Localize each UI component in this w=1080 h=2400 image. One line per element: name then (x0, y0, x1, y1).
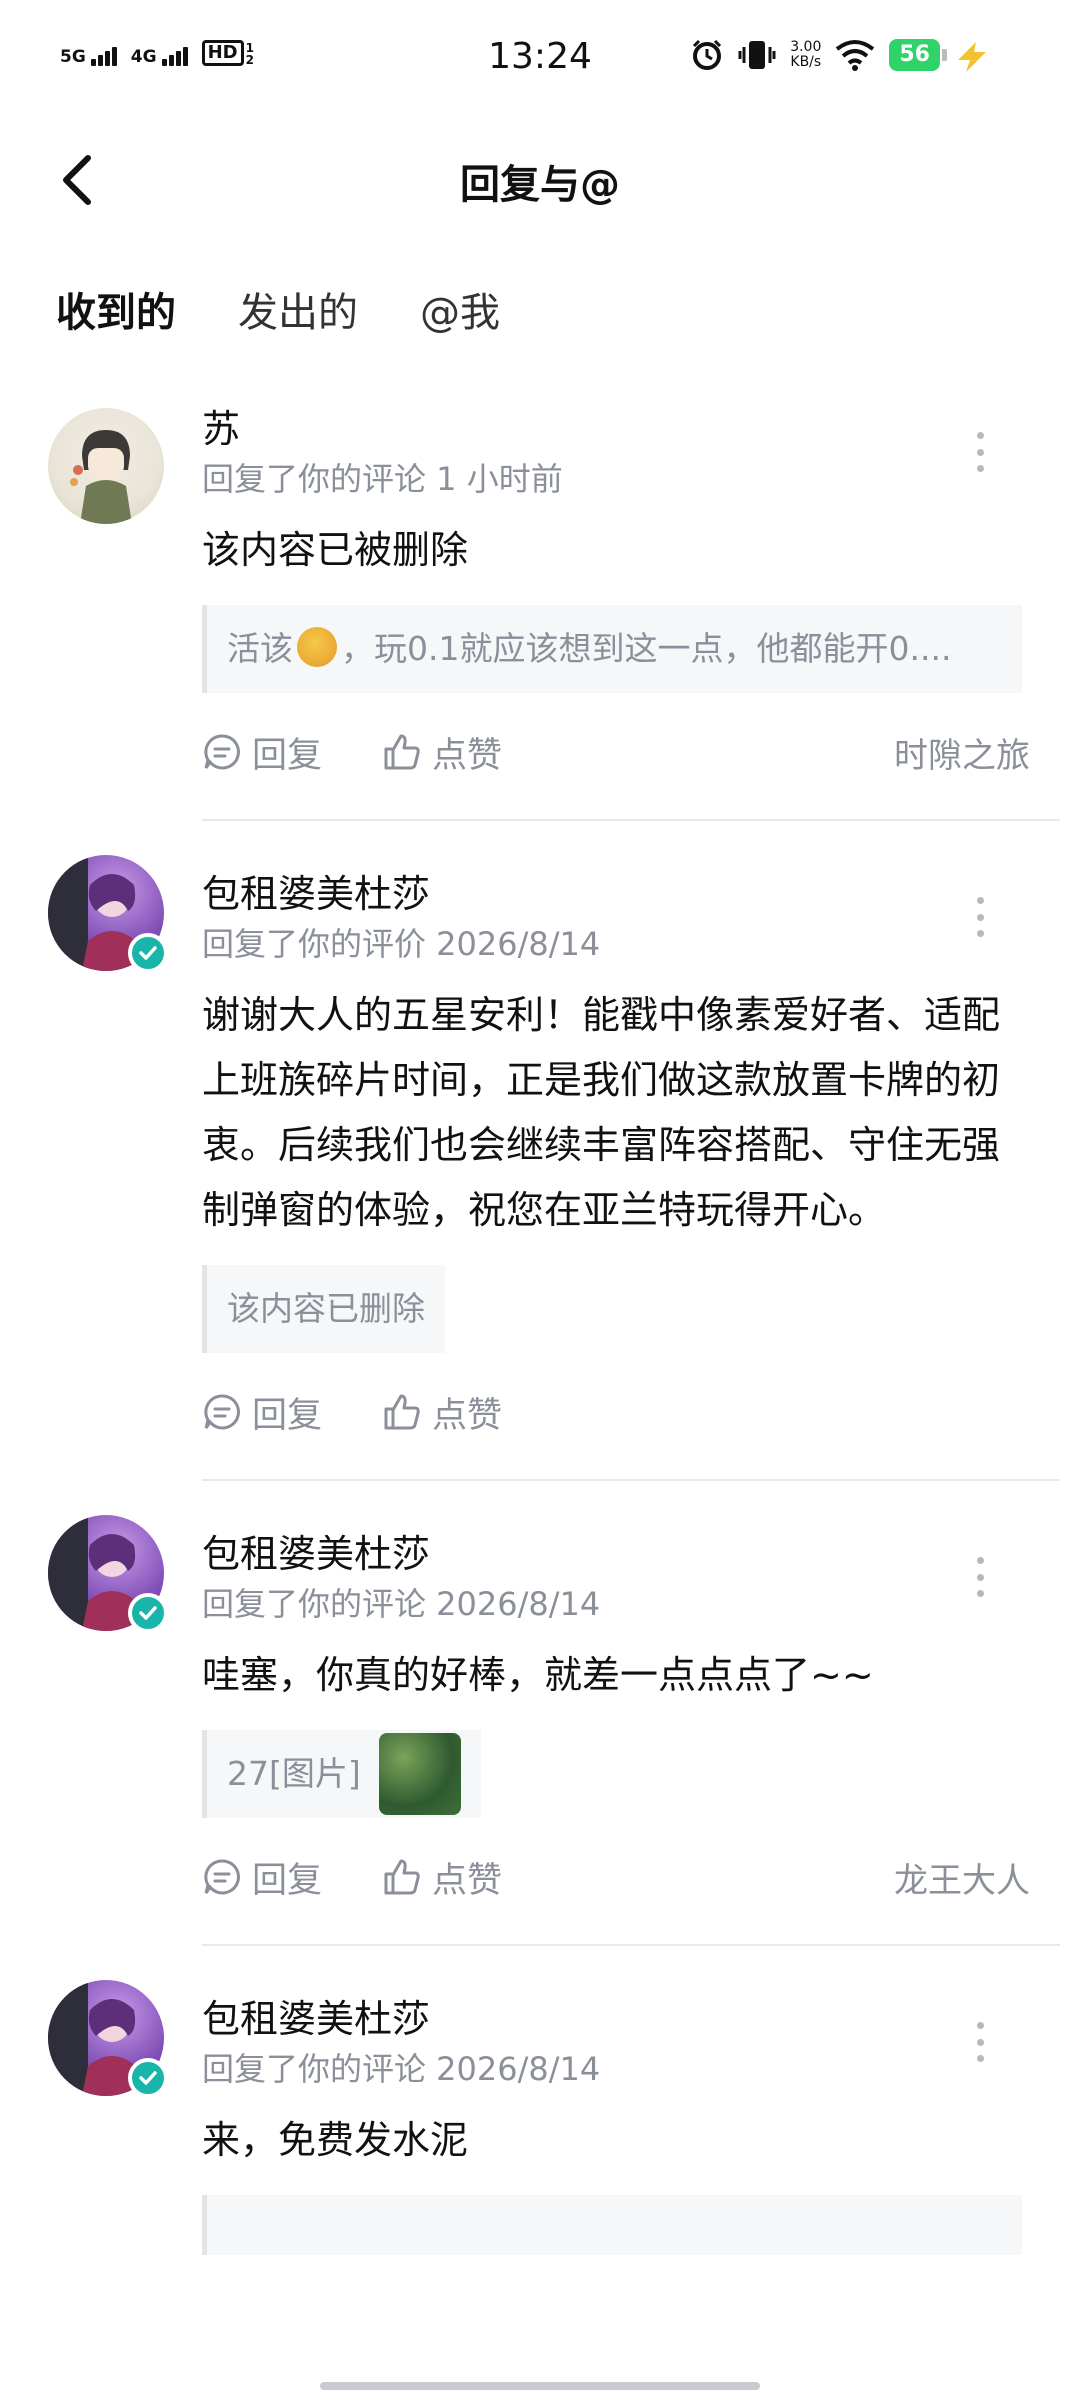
user-name[interactable]: 包租婆美杜莎 (202, 1515, 1080, 1577)
tab-bar: 收到的 发出的 @我 (56, 280, 500, 340)
net-speed: 3.00 KB/s (790, 40, 821, 70)
reply-meta: 回复了你的评论 2026/8/14 (202, 1585, 601, 1623)
status-bar: 5G 4G HD 1 2 13:24 3.00 KB/s 56 (0, 0, 1080, 120)
reply-label: 回复 (252, 1860, 323, 1901)
like-button[interactable]: 点赞 (382, 1852, 502, 1903)
divider (202, 1479, 1060, 1481)
reply-button[interactable]: 回复 (202, 727, 322, 778)
emoji-icon (297, 627, 337, 667)
reply-content[interactable]: 哇塞，你真的好棒，就差一点点点了~~ (202, 1643, 1080, 1708)
quoted-image-thumbnail[interactable] (378, 1733, 461, 1815)
tab-sent-label: 发出的 (238, 290, 358, 336)
list-item: 包租婆美杜莎 回复了你的评论 2026/8/14 来，免费发水泥 (0, 1980, 1080, 2259)
reply-meta: 回复了你的评论 1 小时前 (202, 460, 563, 498)
like-label: 点赞 (432, 1395, 503, 1436)
source-game-link[interactable]: 时隙之旅 (894, 728, 1030, 777)
user-name[interactable]: 包租婆美杜莎 (202, 1980, 1080, 2042)
verified-badge-icon (128, 1593, 168, 1633)
reply-label: 回复 (252, 735, 323, 776)
comment-icon (204, 734, 240, 770)
wifi-icon (836, 40, 875, 71)
quoted-text-start: 活该 (227, 629, 293, 668)
tab-mentions-label: @我 (420, 290, 500, 336)
reply-list: 苏 回复了你的评论 1 小时前 该内容已被删除 活该 ，玩0.1就应该想到这一点… (0, 390, 1080, 2259)
like-button[interactable]: 点赞 (382, 727, 502, 778)
more-options-button[interactable] (970, 432, 990, 472)
user-name[interactable]: 包租婆美杜莎 (202, 855, 1080, 917)
action-row: 回复 点赞 (202, 1387, 1080, 1437)
thumbs-up-icon (384, 734, 420, 770)
quoted-text: 27[图片] (227, 1754, 361, 1793)
reply-content[interactable]: 该内容已被删除 (202, 518, 1080, 583)
action-row: 回复 点赞 时隙之旅 (202, 727, 1080, 777)
quoted-text: 该内容已删除 (227, 1289, 425, 1328)
nav-header: 回复与@ (0, 130, 1080, 230)
list-item: 包租婆美杜莎 回复了你的评论 2026/8/14 哇塞，你真的好棒，就差一点点点… (0, 1515, 1080, 1946)
net-speed-unit: KB/s (790, 54, 822, 70)
quoted-comment[interactable]: 27[图片] (202, 1730, 481, 1818)
avatar[interactable] (48, 408, 164, 524)
tab-received[interactable]: 收到的 (56, 280, 176, 340)
reply-label: 回复 (252, 1395, 323, 1436)
avatar-illustration (70, 430, 132, 524)
quoted-text-end: ，玩0.1就应该想到这一点，他都能开0.... (341, 629, 952, 668)
page-title: 回复与@ (460, 162, 620, 208)
net-speed-value: 3.00 (790, 39, 822, 55)
like-label: 点赞 (432, 735, 503, 776)
like-label: 点赞 (432, 1860, 503, 1901)
vibrate-icon (738, 41, 776, 69)
more-options-button[interactable] (970, 1557, 990, 1597)
reply-content[interactable]: 谢谢大人的五星安利！能戳中像素爱好者、适配上班族碎片时间，正是我们做这款放置卡牌… (202, 983, 1080, 1243)
tab-mentions[interactable]: @我 (420, 280, 500, 338)
user-name[interactable]: 苏 (202, 390, 1080, 452)
verified-badge-icon (128, 2058, 168, 2098)
quoted-comment[interactable]: 该内容已删除 (202, 1265, 445, 1353)
verified-badge-icon (128, 933, 168, 973)
quoted-comment[interactable] (202, 2195, 1022, 2255)
alarm-icon (693, 39, 722, 70)
status-right: 3.00 KB/s 56 (690, 38, 947, 72)
divider (202, 819, 1060, 821)
reply-content[interactable]: 来，免费发水泥 (202, 2108, 1080, 2173)
reply-button[interactable]: 回复 (202, 1852, 322, 1903)
source-game-link[interactable]: 龙王大人 (894, 1853, 1030, 1902)
list-item: 苏 回复了你的评论 1 小时前 该内容已被删除 活该 ，玩0.1就应该想到这一点… (0, 390, 1080, 821)
charging-bolt-icon (958, 42, 986, 72)
tab-sent[interactable]: 发出的 (238, 280, 358, 338)
action-row: 回复 点赞 龙王大人 (202, 1852, 1080, 1902)
quoted-comment[interactable]: 活该 ，玩0.1就应该想到这一点，他都能开0.... (202, 605, 1022, 693)
more-options-button[interactable] (970, 897, 990, 937)
thumbs-up-icon (384, 1859, 420, 1895)
reply-meta: 回复了你的评论 2026/8/14 (202, 2050, 601, 2088)
reply-button[interactable]: 回复 (202, 1387, 322, 1438)
comment-icon (204, 1394, 240, 1430)
thumbs-up-icon (384, 1394, 420, 1430)
list-item: 包租婆美杜莎 回复了你的评价 2026/8/14 谢谢大人的五星安利！能戳中像素… (0, 855, 1080, 1481)
more-options-button[interactable] (970, 2022, 990, 2062)
reply-meta: 回复了你的评价 2026/8/14 (202, 925, 601, 963)
comment-icon (204, 1859, 240, 1895)
home-indicator[interactable] (320, 2382, 760, 2390)
divider (202, 1944, 1060, 1946)
like-button[interactable]: 点赞 (382, 1387, 502, 1438)
battery-indicator: 56 (889, 39, 947, 71)
tab-received-label: 收到的 (56, 290, 176, 336)
